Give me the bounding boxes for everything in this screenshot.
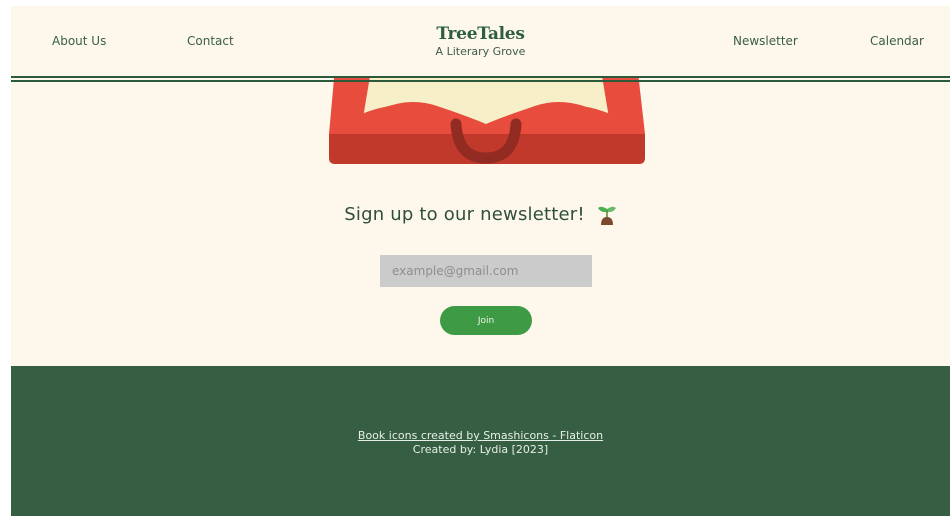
page: About Us Contact TreeTales A Literary Gr… [11, 6, 950, 516]
header-divider-line-top [11, 76, 950, 78]
site-footer: Book icons created by Smashicons - Flati… [11, 366, 950, 516]
email-input[interactable] [380, 255, 592, 287]
icon-credit-link[interactable]: Book icons created by Smashicons - Flati… [358, 429, 603, 442]
footer-text: Book icons created by Smashicons - Flati… [11, 429, 950, 457]
nav-calendar[interactable]: Calendar [870, 34, 924, 48]
header-divider-line-bottom [11, 80, 950, 82]
created-by-text: Created by: Lydia [2023] [412, 443, 549, 456]
site-header: About Us Contact TreeTales A Literary Gr… [11, 6, 950, 76]
sprout-icon [597, 206, 616, 225]
brand: TreeTales A Literary Grove [11, 24, 950, 59]
join-button[interactable]: Join [440, 306, 532, 335]
brand-title[interactable]: TreeTales [11, 24, 950, 44]
newsletter-heading: Sign up to our newsletter! [11, 204, 950, 225]
newsletter-heading-text: Sign up to our newsletter! [344, 204, 585, 225]
nav-newsletter[interactable]: Newsletter [733, 34, 798, 48]
header-divider [11, 76, 950, 82]
brand-subtitle: A Literary Grove [435, 45, 526, 58]
